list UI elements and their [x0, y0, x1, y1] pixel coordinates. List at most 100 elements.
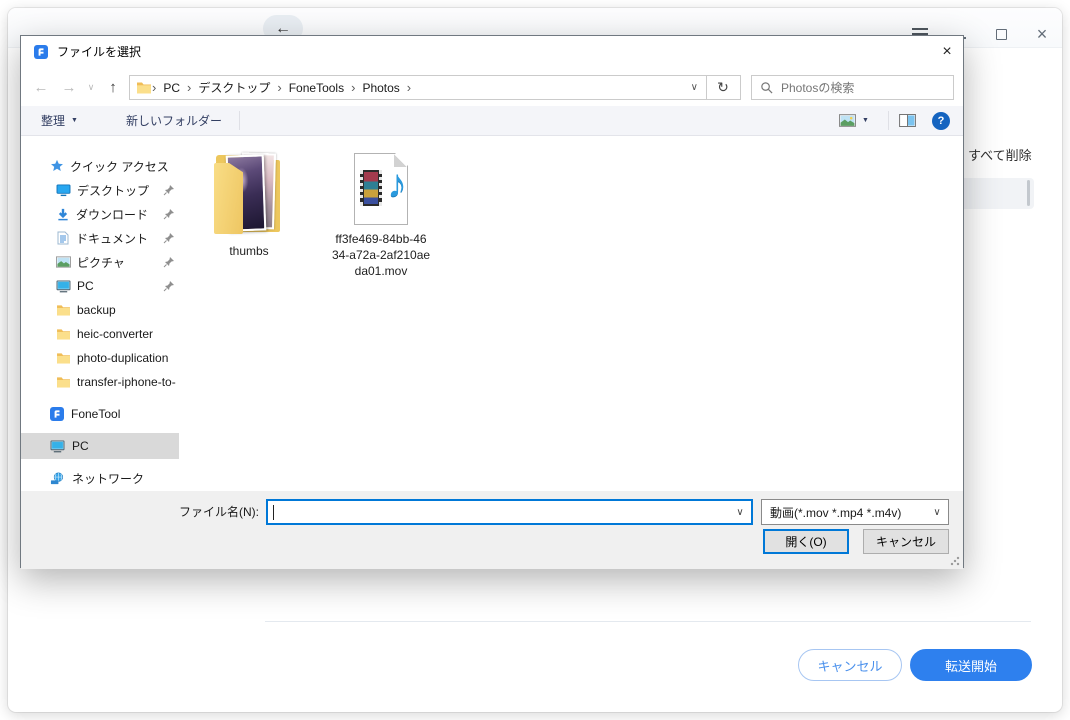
breadcrumb-separator: ›: [407, 80, 411, 95]
forward-arrow-icon: →: [62, 79, 77, 96]
chevron-down-icon: ∨: [88, 82, 95, 93]
breadcrumb-fonetools[interactable]: FoneTools: [282, 81, 351, 95]
preview-pane-button[interactable]: [899, 106, 916, 135]
pin-icon: [163, 232, 175, 244]
dialog-footer: ファイル名(N): ∨ 動画(*.mov *.mp4 *.m4v) ∨ 開く(O…: [21, 491, 963, 569]
folder-icon: [56, 352, 71, 364]
sidebar-item-pictures[interactable]: ピクチャ: [21, 250, 179, 274]
nav-up-button[interactable]: ↑: [101, 75, 125, 100]
footer-divider: [265, 621, 1031, 622]
close-icon: ×: [942, 43, 951, 61]
refresh-button[interactable]: ↻: [706, 75, 741, 100]
nav-back-button[interactable]: ←: [29, 75, 53, 100]
delete-all-link[interactable]: すべて削除: [968, 145, 1032, 164]
sidebar-item-desktop[interactable]: デスクトップ: [21, 178, 179, 202]
fonetool-logo-icon: [34, 45, 48, 59]
pictures-icon: [56, 256, 71, 268]
close-icon: ×: [1037, 25, 1048, 43]
transfer-start-button[interactable]: 転送開始: [910, 649, 1032, 681]
filmstrip-icon: [360, 170, 382, 206]
filetype-select[interactable]: 動画(*.mov *.mp4 *.m4v) ∨: [761, 499, 949, 525]
file-name: ff3fe469-84bb-46 34-a72a-2af210ae da01.m…: [301, 231, 461, 279]
sidebar-item-network[interactable]: ネットワーク: [21, 466, 179, 490]
breadcrumb-pc[interactable]: PC: [156, 81, 187, 95]
search-field[interactable]: [751, 75, 954, 100]
sidebar-item-quick-access[interactable]: クイック アクセス: [21, 154, 179, 178]
search-input[interactable]: [781, 81, 931, 95]
address-dropdown-icon[interactable]: ∨: [691, 82, 698, 93]
address-bar[interactable]: › PC › デスクトップ › FoneTools › Photos › ∨: [129, 75, 707, 100]
transfer-cancel-button[interactable]: キャンセル: [798, 649, 902, 681]
maximize-icon: [996, 29, 1007, 40]
navigation-row: ← → ∨ ↑ › PC › デスクトップ › FoneToo: [21, 68, 963, 106]
nav-forward-button[interactable]: →: [57, 75, 81, 100]
maximize-button[interactable]: [989, 22, 1013, 46]
search-icon: [760, 81, 773, 94]
chevron-down-icon: ∨: [926, 507, 948, 518]
dialog-cancel-button[interactable]: キャンセル: [863, 529, 949, 554]
toolbar-divider: [239, 111, 240, 130]
sidebar-item-photo-duplication[interactable]: photo-duplication: [21, 346, 179, 370]
pin-icon: [163, 184, 175, 196]
help-button[interactable]: ?: [932, 106, 950, 135]
pin-icon: [163, 208, 175, 220]
screen: ← × すべて削除 キャンセル 転送開始: [0, 0, 1070, 720]
new-folder-button[interactable]: 新しいフォルダー: [126, 106, 222, 135]
chevron-down-icon[interactable]: ∨: [729, 507, 751, 518]
dialog-title: ファイルを選択: [57, 36, 141, 68]
desktop-icon: [56, 184, 71, 197]
pin-icon: [163, 280, 175, 292]
dialog-content: クイック アクセス デスクトップ ダウンロード: [21, 136, 963, 491]
open-button[interactable]: 開く(O): [763, 529, 849, 554]
sidebar-item-pc-quick[interactable]: PC: [21, 274, 179, 298]
star-icon: [50, 159, 64, 173]
help-icon: ?: [932, 112, 950, 130]
thumbnail-view-icon: [839, 114, 856, 127]
folder-icon: [56, 304, 71, 316]
breadcrumb-desktop[interactable]: デスクトップ: [191, 79, 277, 96]
file-name: thumbs: [214, 243, 284, 259]
back-arrow-icon: ←: [34, 79, 49, 96]
filename-input[interactable]: [274, 501, 729, 523]
folder-icon: [56, 328, 71, 340]
sidebar-item-pc[interactable]: PC: [21, 433, 179, 459]
network-icon: [50, 472, 65, 485]
fonetool-icon: [50, 407, 64, 421]
sidebar-item-backup[interactable]: backup: [21, 298, 179, 322]
sidebar-item-heic-converter[interactable]: heic-converter: [21, 322, 179, 346]
pc-icon: [56, 280, 71, 293]
preview-pane-icon: [899, 114, 916, 127]
resize-grip[interactable]: [950, 556, 960, 566]
filetype-value: 動画(*.mov *.mp4 *.m4v): [770, 504, 926, 521]
filename-combobox[interactable]: ∨: [266, 499, 753, 525]
pin-icon: [163, 256, 175, 268]
dialog-toolbar: 整理 ▼ 新しいフォルダー ▼: [21, 106, 963, 136]
view-mode-button[interactable]: ▼: [839, 106, 869, 135]
dropdown-caret-icon: ▼: [862, 117, 869, 124]
dialog-close-button[interactable]: ×: [929, 36, 965, 68]
folder-icon: [136, 81, 152, 94]
file-tile-mov[interactable]: ♪ ff3fe469-84bb-46 34-a72a-2af210ae da01…: [301, 153, 461, 279]
filename-label: ファイル名(N):: [59, 499, 259, 525]
sidebar-item-documents[interactable]: ドキュメント: [21, 226, 179, 250]
nav-history-dropdown[interactable]: ∨: [83, 75, 99, 100]
file-tile-thumbs[interactable]: thumbs: [214, 151, 284, 259]
up-arrow-icon: ↑: [109, 79, 117, 96]
pc-icon: [50, 440, 65, 453]
organize-button[interactable]: 整理 ▼: [41, 106, 78, 135]
folder-thumbnail-icon: [214, 151, 284, 235]
music-note-icon: ♪: [387, 162, 407, 207]
sidebar-item-transfer-iphone[interactable]: transfer-iphone-to-: [21, 370, 179, 394]
dropdown-caret-icon: ▼: [71, 117, 78, 124]
refresh-icon: ↻: [717, 79, 729, 96]
toolbar-divider: [888, 111, 889, 130]
file-picker-dialog: ファイルを選択 × ← → ∨ ↑: [20, 35, 964, 568]
app-close-button[interactable]: ×: [1030, 22, 1054, 46]
folder-icon: [56, 376, 71, 388]
sidebar-item-downloads[interactable]: ダウンロード: [21, 202, 179, 226]
sidebar-item-fonetool[interactable]: FoneTool: [21, 402, 179, 426]
video-file-icon: ♪: [354, 153, 408, 225]
scrollbar-thumb[interactable]: [1027, 180, 1030, 206]
breadcrumb-photos[interactable]: Photos: [355, 81, 406, 95]
dialog-title-bar: ファイルを選択 ×: [21, 36, 963, 68]
